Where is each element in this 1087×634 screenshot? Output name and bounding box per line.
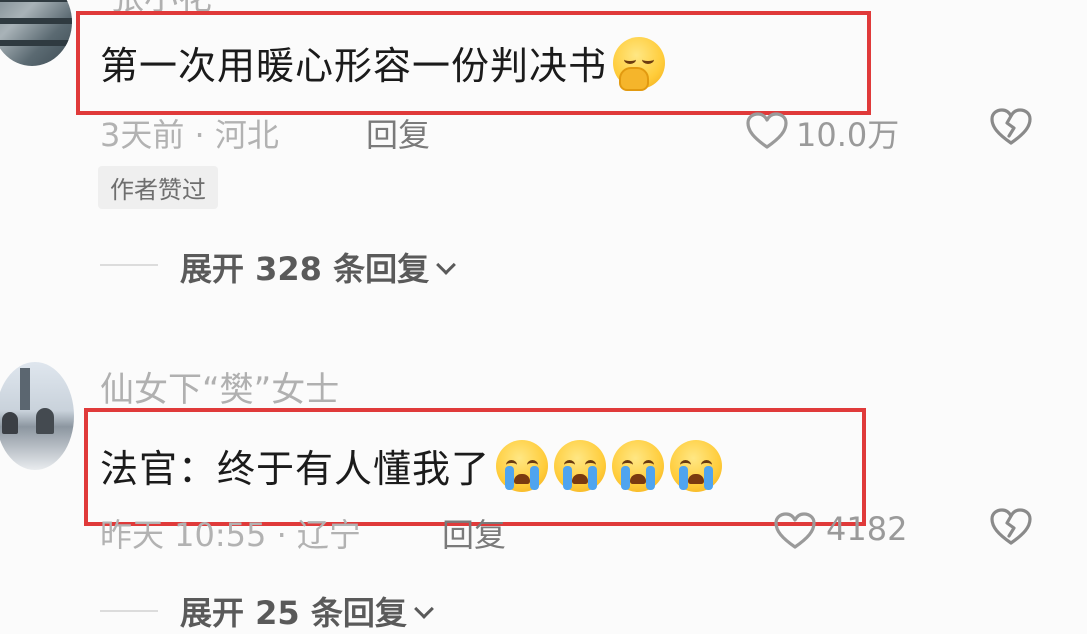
crying-face-emoji xyxy=(554,440,607,492)
reply-button[interactable]: 回复 xyxy=(442,510,506,556)
like-count: 10.0万 xyxy=(796,116,900,154)
reply-button[interactable]: 回复 xyxy=(366,110,430,156)
heart-outline-icon[interactable] xyxy=(774,512,816,550)
divider xyxy=(100,264,158,266)
heart-outline-icon[interactable] xyxy=(746,112,788,150)
avatar[interactable] xyxy=(0,0,72,66)
comment-time-location: 昨天 10:55 · 辽宁 xyxy=(100,516,361,554)
crying-face-emoji xyxy=(670,440,723,492)
avatar[interactable] xyxy=(0,362,74,470)
expand-replies-button[interactable]: 展开 25 条回复 xyxy=(180,588,434,634)
crying-face-emoji xyxy=(496,440,549,492)
author-liked-badge: 作者赞过 xyxy=(98,166,218,209)
expand-replies-label: 展开 328 条回复 xyxy=(180,250,430,288)
comment-body: 法官：终于有人懂我了 xyxy=(100,438,723,493)
broken-heart-icon[interactable] xyxy=(990,108,1032,146)
expand-replies-button[interactable]: 展开 328 条回复 xyxy=(180,244,456,290)
broken-heart-icon[interactable] xyxy=(990,508,1032,546)
divider xyxy=(100,610,158,612)
like-count: 4182 xyxy=(826,510,908,548)
shy-face-emoji xyxy=(613,37,666,91)
comment-text: 法官：终于有人懂我了 xyxy=(100,447,491,491)
comment-username[interactable]: 仙女下“樊”女士 xyxy=(100,362,339,411)
chevron-down-icon xyxy=(413,599,434,619)
comment-body: 第一次用暖心形容一份判决书 xyxy=(100,35,666,91)
crying-face-emoji xyxy=(612,440,665,492)
chevron-down-icon xyxy=(436,255,456,275)
comment-text: 第一次用暖心形容一份判决书 xyxy=(100,44,608,88)
comment-time-location: 3天前 · 河北 xyxy=(100,116,279,154)
expand-replies-label: 展开 25 条回复 xyxy=(180,594,407,632)
